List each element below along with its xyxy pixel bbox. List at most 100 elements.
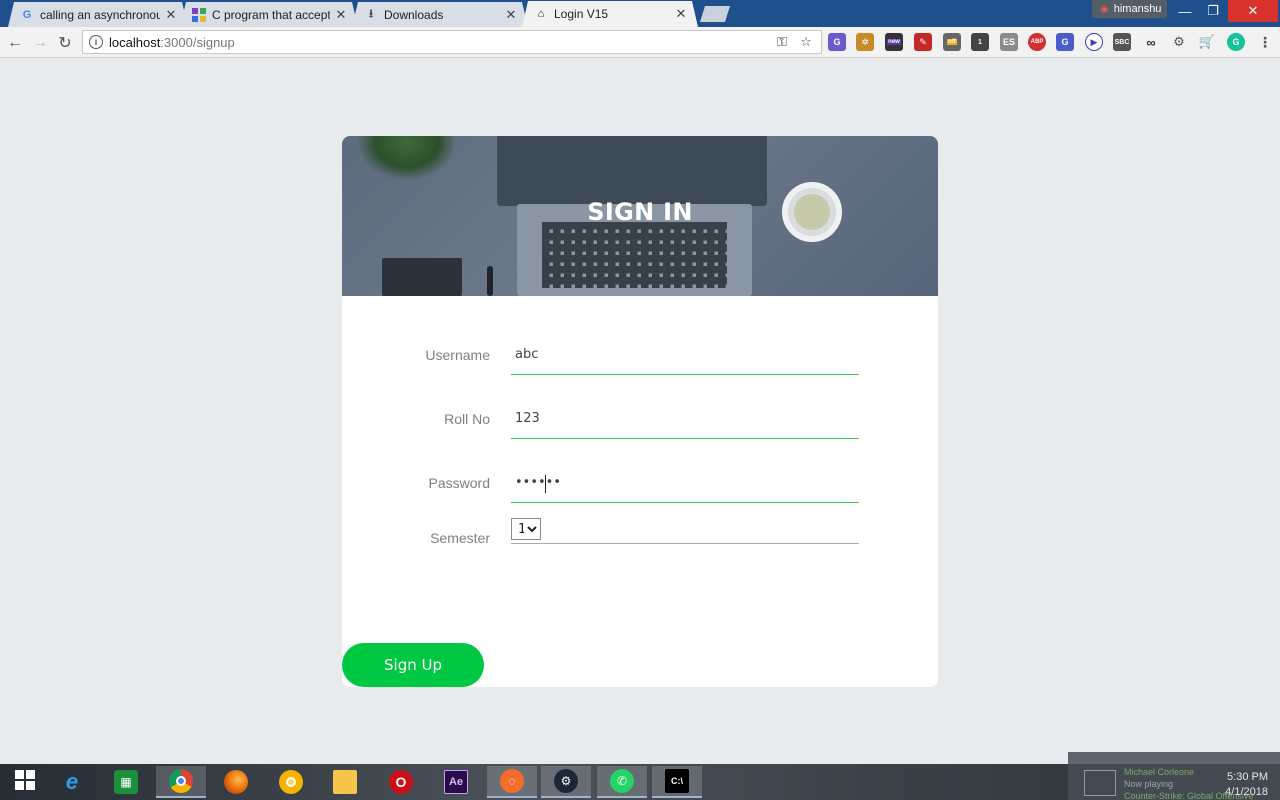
- form-title: SIGN IN: [587, 198, 693, 226]
- menu-icon[interactable]: ⋮: [1256, 33, 1274, 51]
- address-bar[interactable]: i localhost :3000/signup ⚿ ☆: [82, 30, 822, 54]
- back-button[interactable]: ←: [4, 32, 26, 54]
- tab-label: Downloads: [384, 7, 444, 22]
- close-tab-icon[interactable]: ✕: [674, 6, 688, 22]
- close-window-button[interactable]: ✕: [1228, 0, 1278, 22]
- username-row: Username: [342, 335, 938, 375]
- rollno-input[interactable]: [511, 399, 859, 439]
- tab-google-search[interactable]: G calling an asynchronous ✕: [8, 2, 188, 27]
- system-tray: Michael Corleone Now playing Counter-Str…: [1068, 752, 1280, 800]
- new-tab-button[interactable]: [700, 6, 730, 22]
- password-label: Password: [428, 475, 490, 491]
- opera-icon: O: [389, 770, 413, 794]
- store-icon: ▦: [114, 770, 138, 794]
- tab-login-v15[interactable]: ⌂ Login V15 ✕: [522, 1, 698, 27]
- taskbar-clock[interactable]: 5:30 PM 4/1/2018: [1218, 770, 1268, 800]
- profile-name: himanshu: [1113, 3, 1162, 15]
- start-button[interactable]: [0, 766, 50, 798]
- browser-title-bar: G calling an asynchronous ✕ C program th…: [0, 0, 1280, 27]
- sign-up-button[interactable]: Sign Up: [342, 643, 484, 687]
- settings-icon[interactable]: ⚙: [1170, 33, 1188, 51]
- url-path: :3000/signup: [160, 34, 235, 50]
- rollno-row: Roll No: [342, 399, 938, 439]
- taskbar-after-effects[interactable]: Ae: [431, 766, 481, 798]
- badge-icon[interactable]: off: [943, 33, 961, 51]
- star-icon[interactable]: ☆: [797, 34, 815, 50]
- google-icon: G: [22, 8, 32, 21]
- close-tab-icon[interactable]: ✕: [504, 7, 518, 23]
- cart-icon[interactable]: 🛒: [1198, 33, 1216, 51]
- plant-image: [357, 136, 457, 181]
- clock-time: 5:30 PM: [1227, 771, 1268, 783]
- edge-icon: e: [65, 769, 79, 794]
- tab-label: C program that accepts: [212, 7, 330, 22]
- file-explorer-icon: [333, 770, 357, 794]
- origin-icon: ◌: [500, 769, 524, 793]
- tab-c-program[interactable]: C program that accepts ✕: [180, 2, 358, 27]
- firefox-icon: [224, 770, 248, 794]
- taskbar-origin[interactable]: ◌: [487, 766, 537, 798]
- hero-banner: SIGN IN: [342, 136, 938, 296]
- taskbar-file-explorer[interactable]: [320, 766, 370, 798]
- text-caret: [545, 475, 546, 493]
- close-tab-icon[interactable]: ✕: [164, 7, 178, 23]
- clock-date: 4/1/2018: [1225, 786, 1268, 798]
- info-icon[interactable]: i: [89, 35, 103, 49]
- taskbar-cmd[interactable]: C:\: [652, 766, 702, 798]
- taskbar-store[interactable]: ▦: [101, 766, 151, 798]
- chrome-canary-icon: [279, 770, 303, 794]
- taskbar-steam[interactable]: ⚙: [541, 766, 591, 798]
- url-host: localhost: [109, 34, 161, 50]
- home-icon: ⌂: [537, 8, 545, 20]
- whatsapp-icon: ✆: [610, 769, 634, 793]
- profile-icon: ◉: [1100, 3, 1109, 15]
- translate2-icon[interactable]: G: [1056, 33, 1074, 51]
- taskbar-whatsapp[interactable]: ✆: [597, 766, 647, 798]
- steam-icon: ⚙: [554, 769, 578, 793]
- profile-button[interactable]: ◉ himanshu: [1092, 0, 1167, 18]
- download-icon: ⭳: [369, 8, 373, 20]
- tab-downloads[interactable]: ⭳ Downloads ✕: [352, 2, 528, 27]
- maximize-button[interactable]: ❐: [1196, 0, 1230, 22]
- semester-select[interactable]: 1: [511, 518, 541, 540]
- login-card: SIGN IN Username Roll No Password Semest…: [342, 136, 938, 687]
- counter-icon[interactable]: 1: [971, 33, 989, 51]
- pdf-icon[interactable]: ✎: [914, 33, 932, 51]
- taskbar-opera[interactable]: O: [376, 766, 426, 798]
- rollno-label: Roll No: [444, 411, 490, 427]
- mail-icon[interactable]: new: [885, 33, 903, 51]
- tab-label: calling an asynchronous: [40, 7, 160, 22]
- password-input[interactable]: [511, 463, 859, 503]
- taskbar-chrome-canary[interactable]: [266, 766, 316, 798]
- forward-button[interactable]: →: [29, 32, 51, 54]
- key-icon[interactable]: ⚿: [773, 34, 791, 50]
- translate-icon[interactable]: G: [828, 33, 846, 51]
- grammarly-icon[interactable]: G: [1227, 33, 1245, 51]
- after-effects-icon: Ae: [444, 770, 468, 794]
- taskbar-edge[interactable]: e: [47, 766, 97, 798]
- taskbar-chrome[interactable]: [156, 766, 206, 798]
- close-tab-icon[interactable]: ✕: [334, 7, 348, 23]
- binoculars-icon[interactable]: ∞: [1142, 33, 1160, 51]
- semester-row: Semester 1: [342, 514, 938, 554]
- username-label: Username: [425, 347, 490, 363]
- notebook-image: [382, 258, 462, 296]
- password-row: Password: [342, 463, 938, 503]
- semester-label: Semester: [430, 530, 490, 546]
- tab-label: Login V15: [554, 7, 609, 21]
- geeks-icon: [192, 8, 206, 22]
- game-thumbnail: [1084, 770, 1116, 796]
- browser-toolbar: ← → ↻ i localhost :3000/signup ⚿ ☆ G ✲ n…: [0, 27, 1280, 58]
- laptop-image: [497, 136, 767, 206]
- play-icon[interactable]: ▶: [1085, 33, 1103, 51]
- taskbar-firefox[interactable]: [211, 766, 261, 798]
- arrow-left-icon: ←: [7, 34, 23, 51]
- beetle-icon[interactable]: ✲: [856, 33, 874, 51]
- es-icon[interactable]: ES: [1000, 33, 1018, 51]
- chrome-icon: [169, 769, 193, 793]
- adblock-icon[interactable]: ABP: [1028, 33, 1046, 51]
- username-input[interactable]: [511, 335, 859, 375]
- windows-start-icon: [15, 769, 35, 795]
- reload-button[interactable]: ↻: [54, 32, 76, 54]
- sb-icon[interactable]: SBC: [1113, 33, 1131, 51]
